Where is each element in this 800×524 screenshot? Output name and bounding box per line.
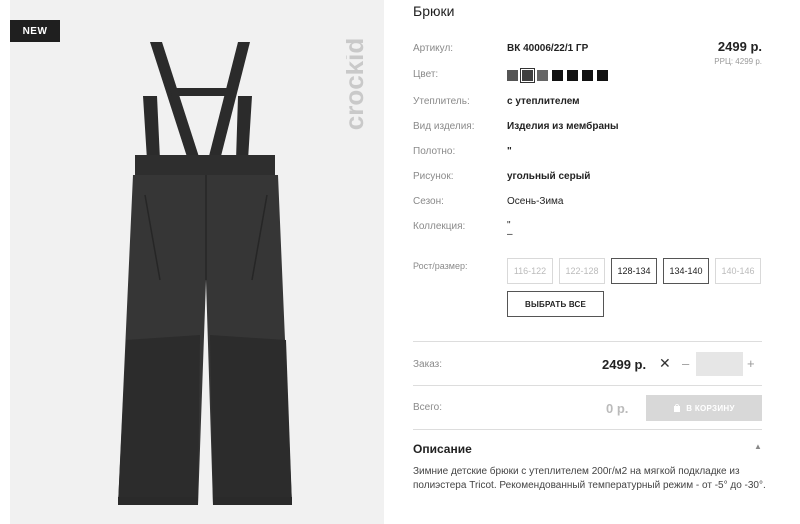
size-option[interactable]: 140-146 (715, 258, 761, 284)
color-swatch-selected[interactable] (520, 68, 535, 83)
attr-label: Цвет: (413, 69, 439, 80)
product-info-panel: Брюки 2499 р. РРЦ: 4299 р. Артикул: ВК 4… (384, 0, 800, 524)
divider (413, 385, 762, 386)
divider (413, 429, 762, 430)
sizes-label: Рост/размер: (413, 261, 468, 271)
attr-value: с утеплителем (507, 96, 580, 107)
size-option[interactable]: 134-140 (663, 258, 709, 284)
waistband (135, 155, 275, 177)
attr-label: Сезон: (413, 196, 444, 207)
remove-icon[interactable]: ✕ (659, 355, 671, 372)
attr-value: Осень-Зима (507, 196, 564, 207)
description-heading[interactable]: Описание (413, 442, 472, 456)
attr-row-season: Сезон: Осень-Зима (413, 196, 763, 212)
total-value: 0 р. (606, 401, 629, 416)
order-label: Заказ: (413, 359, 443, 370)
increase-quantity-button[interactable]: + (747, 356, 755, 371)
attr-value: " (507, 146, 512, 157)
quantity-input[interactable] (696, 352, 743, 376)
color-swatch[interactable] (537, 70, 548, 81)
attr-label: Коллекция: (413, 221, 466, 232)
size-option[interactable]: 122-128 (559, 258, 605, 284)
attr-row-fabric: Полотно: " (413, 146, 763, 162)
attr-label: Вид изделия: (413, 121, 475, 132)
product-title: Брюки (413, 3, 455, 19)
add-to-cart-label: В КОРЗИНУ (686, 403, 735, 413)
attr-value: Изделия из мембраны (507, 121, 619, 132)
attr-label: Артикул: (413, 43, 454, 54)
total-label: Всего: (413, 402, 442, 413)
attr-label: Полотно: (413, 146, 456, 157)
attr-row-type: Вид изделия: Изделия из мембраны (413, 121, 763, 137)
select-all-button[interactable]: ВЫБРАТЬ ВСЕ (507, 291, 604, 317)
size-options: 116-122 122-128 128-134 134-140 140-146 (507, 258, 761, 284)
color-swatch[interactable] (567, 70, 578, 81)
svg-text:crockid: crockid (346, 38, 369, 131)
add-to-cart-button[interactable]: В КОРЗИНУ (646, 395, 762, 421)
suspenders (143, 42, 252, 160)
crockid-logo: crockid (346, 38, 369, 131)
attr-label: Утеплитель: (413, 96, 470, 107)
attr-value: угольный серый (507, 171, 591, 182)
color-swatch[interactable] (507, 70, 518, 81)
cart-icon (674, 404, 681, 412)
divider (413, 341, 762, 342)
color-swatch[interactable] (552, 70, 563, 81)
color-swatch[interactable] (582, 70, 593, 81)
attr-value-article: ВК 40006/22/1 ГР (507, 43, 589, 54)
attr-value: " – (507, 220, 513, 240)
color-swatches (507, 68, 608, 83)
new-badge: NEW (10, 20, 60, 42)
knee-patch-right (210, 335, 292, 505)
attr-row-collection: Коллекция: " – (413, 221, 763, 245)
collapse-icon[interactable]: ▲ (754, 442, 762, 451)
attr-row-article: Артикул: ВК 40006/22/1 ГР (413, 43, 763, 59)
description-text: Зимние детские брюки с утеплителем 200г/… (413, 466, 766, 491)
decrease-quantity-button[interactable]: – (682, 356, 689, 371)
product-photo (118, 42, 292, 505)
attr-label: Рисунок: (413, 171, 454, 182)
size-option[interactable]: 128-134 (611, 258, 657, 284)
attr-row-insulation: Утеплитель: с утеплителем (413, 96, 763, 112)
knee-patch-left (118, 335, 200, 505)
order-price: 2499 р. (602, 357, 647, 372)
product-image-panel[interactable]: NEW crockid (10, 0, 384, 524)
size-option[interactable]: 116-122 (507, 258, 553, 284)
color-swatch[interactable] (597, 70, 608, 81)
attr-row-pattern: Рисунок: угольный серый (413, 171, 763, 187)
